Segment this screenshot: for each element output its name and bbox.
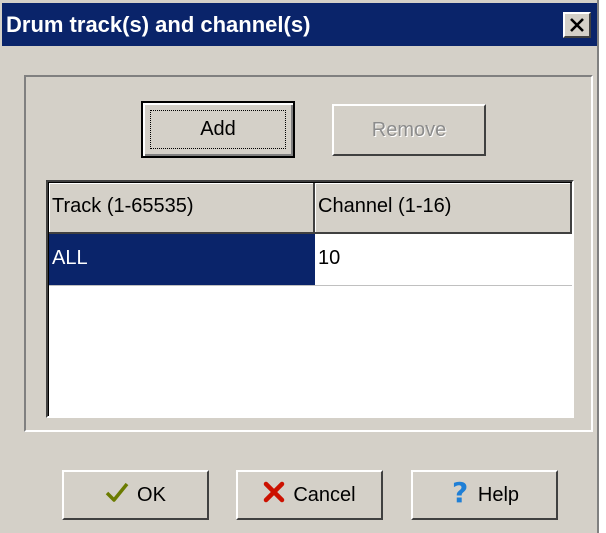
cancel-button[interactable]: Cancel — [236, 470, 383, 520]
column-header-track-label: Track (1-65535) — [52, 195, 194, 217]
dialog-window: Drum track(s) and channel(s) Add Remove … — [0, 0, 599, 533]
column-header-channel[interactable]: Channel (1-16) — [315, 183, 572, 234]
help-button[interactable]: ? Help — [411, 470, 558, 520]
add-button-label: Add — [200, 118, 236, 140]
help-button-label: Help — [477, 483, 520, 506]
x-icon — [263, 481, 285, 509]
remove-button-label: Remove — [371, 118, 447, 141]
cancel-button-label: Cancel — [293, 483, 356, 506]
track-channel-grid[interactable]: Track (1-65535) Channel (1-16) ALL 10 — [46, 180, 574, 418]
svg-text:?: ? — [452, 478, 468, 506]
column-header-channel-label: Channel (1-16) — [318, 195, 452, 217]
cell-channel-value: 10 — [318, 247, 341, 269]
add-button[interactable]: Add — [141, 101, 295, 158]
cell-track-value: ALL — [52, 247, 88, 269]
table-cell-channel[interactable]: 10 — [315, 234, 572, 286]
ok-button-label: OK — [137, 483, 166, 506]
column-header-track[interactable]: Track (1-65535) — [49, 183, 315, 234]
close-icon — [570, 18, 584, 32]
close-button[interactable] — [563, 12, 591, 38]
grid-area: Track (1-65535) Channel (1-16) ALL 10 — [48, 182, 572, 416]
ok-button[interactable]: OK — [62, 470, 209, 520]
title-bar[interactable]: Drum track(s) and channel(s) — [0, 0, 597, 46]
question-mark-icon: ? — [450, 476, 470, 512]
window-title: Drum track(s) and channel(s) — [6, 12, 311, 37]
remove-button[interactable]: Remove — [332, 104, 486, 156]
table-cell-track[interactable]: ALL — [49, 234, 315, 286]
checkmark-icon — [105, 481, 129, 509]
